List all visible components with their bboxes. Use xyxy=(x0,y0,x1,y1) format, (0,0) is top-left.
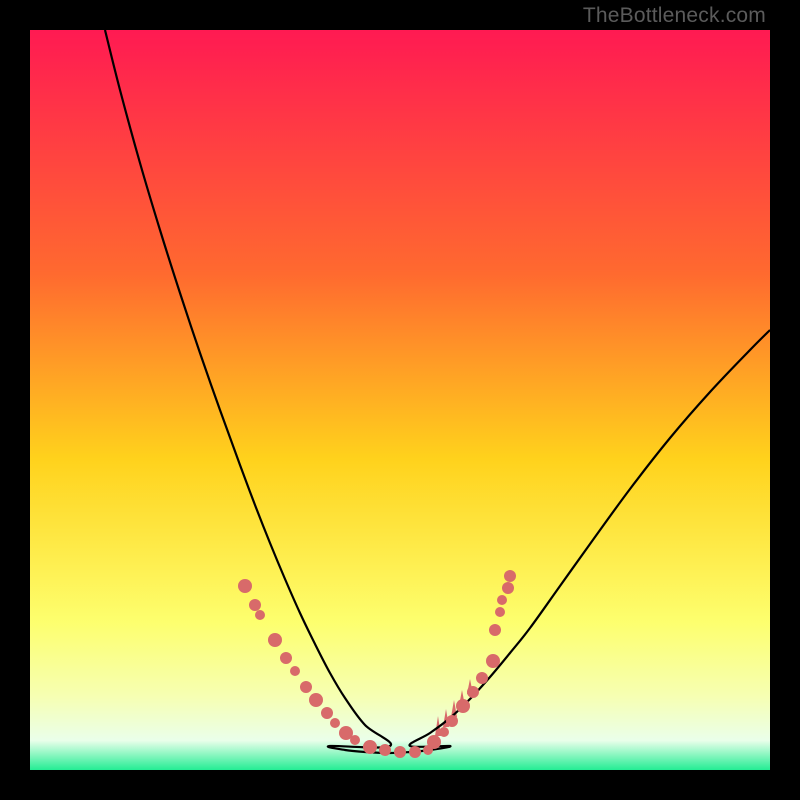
data-dot xyxy=(363,740,377,754)
data-dot xyxy=(446,715,458,727)
data-dot xyxy=(486,654,500,668)
data-dot xyxy=(427,735,441,749)
data-dot xyxy=(476,672,488,684)
outer-frame: TheBottleneck.com xyxy=(0,0,800,800)
data-dot xyxy=(249,599,261,611)
data-dot xyxy=(255,610,265,620)
data-dot xyxy=(321,707,333,719)
watermark-text: TheBottleneck.com xyxy=(583,4,766,28)
chart-svg xyxy=(30,30,770,770)
data-dot xyxy=(439,727,449,737)
data-dot xyxy=(394,746,406,758)
data-dot xyxy=(495,607,505,617)
data-dot xyxy=(290,666,300,676)
plot-area xyxy=(30,30,770,770)
data-dot xyxy=(309,693,323,707)
data-dot xyxy=(489,624,501,636)
data-dot xyxy=(330,718,340,728)
data-dot xyxy=(350,735,360,745)
data-dot xyxy=(504,570,516,582)
data-dot xyxy=(409,746,421,758)
data-dot xyxy=(456,699,470,713)
data-dot xyxy=(268,633,282,647)
data-dot xyxy=(467,686,479,698)
dot-layer xyxy=(238,570,516,758)
data-dot xyxy=(379,744,391,756)
data-dot xyxy=(238,579,252,593)
data-dot xyxy=(280,652,292,664)
data-dot xyxy=(300,681,312,693)
data-dot xyxy=(502,582,514,594)
data-dot xyxy=(497,595,507,605)
bottleneck-curve xyxy=(105,30,770,753)
